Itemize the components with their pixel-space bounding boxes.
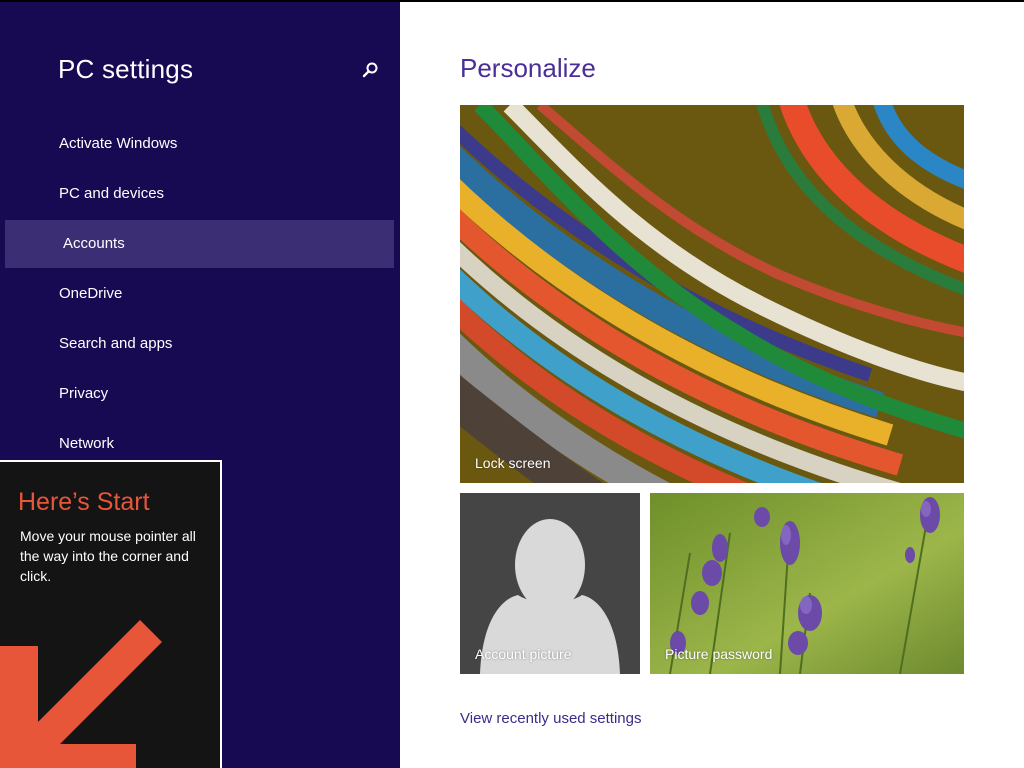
picture-password-label: Picture password [665,646,773,662]
sidebar-item-onedrive[interactable]: OneDrive [5,270,394,318]
page-title: Personalize [460,53,596,83]
lock-screen-tile[interactable]: Lock screen [460,105,964,483]
sidebar-item-label: OneDrive [59,285,123,302]
sidebar-item-label: Privacy [59,385,109,402]
sidebar-item-label: Activate Windows [59,135,178,152]
account-picture-label: Account picture [475,646,572,662]
start-tip: Here’s Start Move your mouse pointer all… [0,460,222,768]
search-button[interactable] [356,56,384,84]
sidebar-item-label: Network [59,435,115,452]
sidebar-item-activate-windows[interactable]: Activate Windows [5,120,394,168]
account-picture-tile[interactable]: Account picture [460,493,640,674]
sidebar-title: PC settings [58,54,194,84]
sidebar-item-label: PC and devices [59,185,165,202]
sidebar-item-label: Accounts [63,235,125,252]
sidebar-item-label: Search and apps [59,335,173,352]
tip-text: Move your mouse pointer all the way into… [20,528,196,584]
sidebar-item-accounts[interactable]: Accounts [5,220,394,268]
picture-password-tile[interactable]: Picture password [650,493,964,674]
arrow-down-left-icon [0,620,162,768]
sidebar-item-search-and-apps[interactable]: Search and apps [5,320,394,368]
tip-title: Here’s Start [18,488,150,516]
lock-screen-label: Lock screen [475,455,551,471]
sidebar-item-pc-and-devices[interactable]: PC and devices [5,170,394,218]
lock-screen-image [460,105,964,483]
search-icon [362,62,378,78]
view-recent-settings-link[interactable]: View recently used settings [460,710,642,727]
sidebar-item-privacy[interactable]: Privacy [5,370,394,418]
